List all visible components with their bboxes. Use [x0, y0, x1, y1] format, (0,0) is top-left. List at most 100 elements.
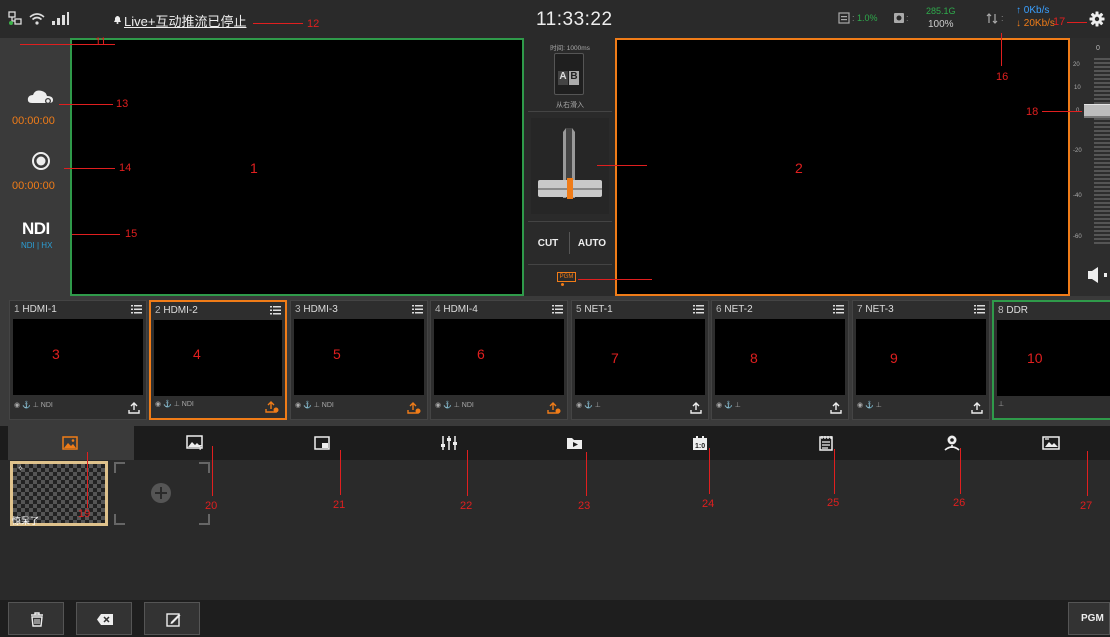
callout-line [59, 104, 113, 105]
menu-icon[interactable] [131, 304, 142, 314]
menu-icon[interactable] [974, 304, 985, 314]
source-header: 8 DDR [994, 302, 1110, 320]
transition-b-label: B [569, 71, 579, 85]
signal-icon [51, 11, 69, 25]
add-media-button[interactable] [113, 461, 211, 526]
callout-line [960, 448, 961, 494]
transfer-icon [986, 13, 1000, 24]
audio-scale: -60 [1073, 234, 1082, 240]
ndi-tag: NDI [461, 402, 474, 409]
callout-number: 11 [95, 36, 107, 48]
source-tile-hdmi-3[interactable]: 3 HDMI-3 ◉ ⚓ ⊥ NDI [290, 300, 428, 420]
t-bar-fader[interactable] [531, 118, 609, 214]
clock-counter-icon: 1:0 [693, 436, 707, 450]
source-tile-hdmi-2[interactable]: 2 HDMI-2 ◉ ⚓ ⊥ NDI [149, 300, 287, 420]
trash-icon [31, 612, 43, 627]
tab-pip[interactable] [260, 426, 386, 460]
cpu-icon [838, 12, 850, 24]
upload-icon[interactable] [265, 401, 279, 413]
auto-button[interactable]: AUTO [572, 238, 612, 249]
menu-icon[interactable] [412, 304, 423, 314]
ndi-tag: NDI [321, 402, 334, 409]
cut-button[interactable]: CUT [530, 238, 566, 249]
divider [528, 111, 612, 112]
edit-button[interactable] [144, 602, 200, 635]
bell-icon [113, 14, 122, 24]
callout-number: 10 [1027, 350, 1043, 366]
record-icon[interactable] [32, 152, 50, 170]
live-status-link[interactable]: Live+互动推流已停止 [124, 11, 246, 30]
audio-scale-top: 0 [1096, 45, 1100, 52]
ndi-mode-label: NDI | HX [21, 241, 53, 250]
delete-all-button[interactable] [8, 602, 64, 635]
upload-icon[interactable] [690, 402, 702, 414]
callout-line [467, 450, 468, 496]
source-video [434, 319, 564, 395]
upload-icon[interactable] [547, 402, 561, 414]
tab-audio-mixer[interactable] [386, 426, 512, 460]
pgm-output-indicator [561, 283, 564, 286]
source-tile-net-3[interactable]: 7 NET-3 ◉ ⚓ ⊥ [852, 300, 990, 420]
callout-number: 17 [1053, 16, 1066, 28]
source-name: HDMI-3 [303, 304, 338, 315]
callout-line [597, 165, 647, 166]
tab-countdown[interactable]: 1:0 [638, 426, 764, 460]
tab-display[interactable] [1016, 426, 1110, 460]
callout-number: 12 [307, 18, 320, 30]
callout-number: 6 [477, 346, 485, 362]
source-footer: ◉ ⚓ ⊥ [576, 402, 601, 409]
upload-icon[interactable] [407, 402, 421, 414]
tab-image-text[interactable]: T [134, 426, 260, 460]
source-tile-net-1[interactable]: 5 NET-1 ◉ ⚓ ⊥ [571, 300, 709, 420]
media-item-star-icon: ✧ [17, 464, 24, 473]
source-footer: ◉ ⚓ ⊥ [716, 402, 741, 409]
pgm-output-tag[interactable]: PGM [557, 272, 576, 282]
callout-number: 2 [795, 160, 803, 176]
source-header: 7 NET-3 [853, 301, 989, 319]
source-header: 5 NET-1 [572, 301, 708, 319]
display-icon [1042, 436, 1060, 450]
callout-number: 3 [52, 346, 60, 362]
source-tile-ddr[interactable]: 8 DDR ⊥ [992, 300, 1110, 420]
source-index: 8 [998, 305, 1004, 316]
upload-icon[interactable] [128, 402, 140, 414]
callout-line [340, 450, 341, 495]
callout-number: 19 [78, 508, 91, 520]
source-tile-hdmi-1[interactable]: 1 HDMI-1 ◉ ⚓ ⊥ NDI [9, 300, 147, 420]
source-video [154, 320, 282, 396]
source-name: NET-1 [584, 304, 613, 315]
ndi-logo[interactable]: NDI [22, 219, 50, 239]
callout-number: 14 [119, 162, 132, 174]
tab-ptz[interactable] [890, 426, 1016, 460]
cloud-stream-icon[interactable] [27, 88, 55, 104]
ndi-tag: NDI [40, 402, 53, 409]
tab-media-folder[interactable] [512, 426, 638, 460]
upload-icon[interactable] [971, 402, 983, 414]
source-header: 3 HDMI-3 [291, 301, 427, 319]
source-index: 4 [435, 304, 441, 315]
source-tile-net-2[interactable]: 6 NET-2 ◉ ⚓ ⊥ [711, 300, 849, 420]
source-video [997, 320, 1110, 396]
menu-icon[interactable] [833, 304, 844, 314]
callout-line [834, 449, 835, 494]
callout-line [212, 446, 213, 496]
menu-icon[interactable] [552, 304, 563, 314]
preview-monitor[interactable] [70, 38, 524, 296]
tab-notes[interactable] [764, 426, 890, 460]
folder-icon [567, 438, 582, 449]
disk-colon: : [906, 13, 909, 23]
menu-icon[interactable] [693, 304, 704, 314]
source-tile-hdmi-4[interactable]: 4 HDMI-4 ◉ ⚓ ⊥ NDI [430, 300, 568, 420]
callout-number: 16 [996, 71, 1009, 83]
source-index: 3 [295, 304, 301, 315]
callout-line [1042, 111, 1082, 112]
callout-number: 7 [611, 350, 619, 366]
upload-icon[interactable] [830, 402, 842, 414]
backspace-button[interactable] [76, 602, 132, 635]
callout-line [586, 452, 587, 496]
tab-image[interactable] [8, 426, 134, 460]
speaker-icon[interactable] [1086, 267, 1110, 283]
settings-gear-icon[interactable] [1089, 11, 1105, 27]
audio-fader-handle[interactable] [1084, 104, 1110, 118]
menu-icon[interactable] [270, 305, 281, 315]
